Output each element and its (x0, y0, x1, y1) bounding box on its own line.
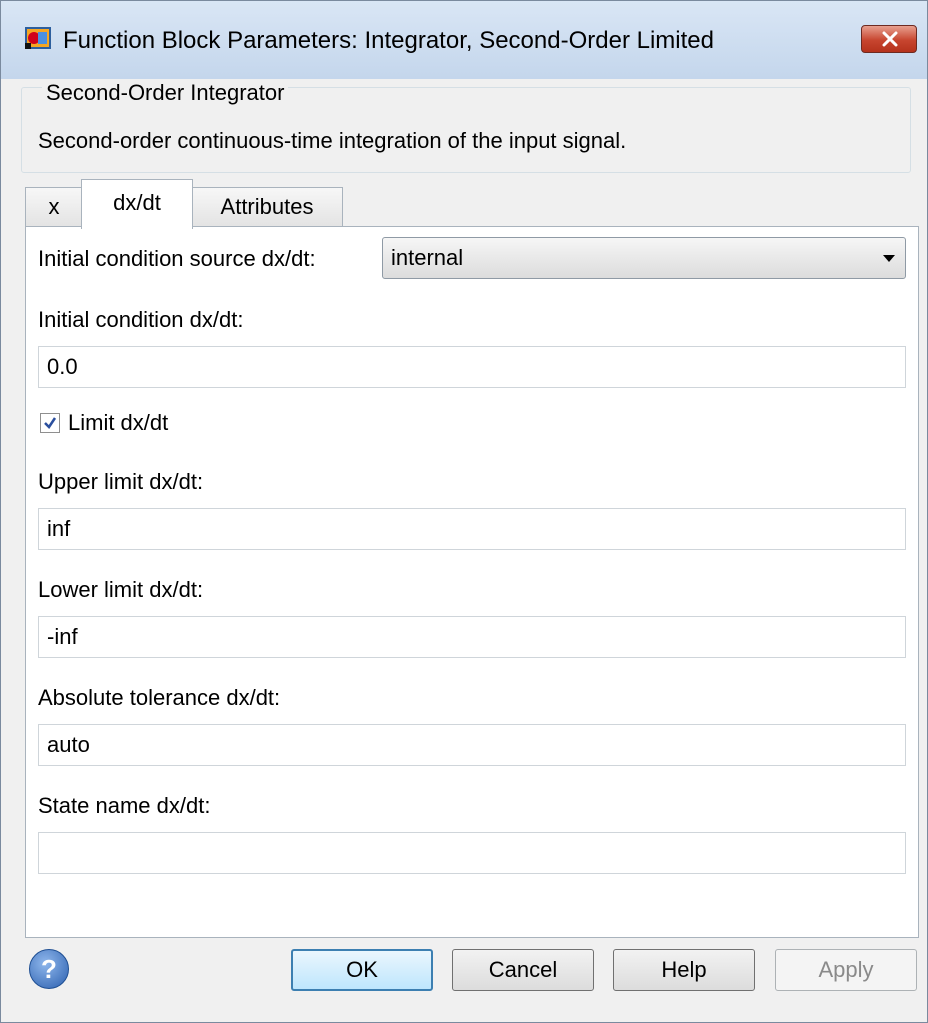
window-title: Function Block Parameters: Integrator, S… (63, 27, 714, 54)
close-icon (882, 31, 898, 47)
ic-field[interactable]: 0.0 (38, 346, 906, 388)
cancel-button[interactable]: Cancel (452, 949, 594, 991)
block-description: Second-order continuous-time integration… (38, 128, 627, 153)
abstol-label: Absolute tolerance dx/dt: (38, 685, 281, 710)
tab-panel-dx-dt: Initial condition source dx/dt: internal… (25, 226, 919, 938)
help-icon[interactable]: ? (29, 949, 69, 989)
lower-limit-field[interactable]: -inf (38, 616, 906, 658)
tab-dx-dt[interactable]: dx/dt (81, 179, 193, 229)
chevron-down-icon (883, 255, 895, 262)
simulink-block-icon (23, 23, 53, 53)
ic-source-dropdown[interactable]: internal (382, 237, 906, 279)
limit-checkbox[interactable] (40, 413, 60, 433)
tab-attributes[interactable]: Attributes (191, 187, 343, 227)
ic-source-label: Initial condition source dx/dt: (38, 246, 316, 271)
abstol-field[interactable]: auto (38, 724, 906, 766)
state-name-label: State name dx/dt: (38, 793, 211, 818)
close-button[interactable] (861, 25, 917, 53)
tab-x[interactable]: x (25, 187, 83, 227)
apply-button[interactable]: Apply (775, 949, 917, 991)
checkmark-icon (44, 417, 57, 429)
dialog-client: Second-Order Integrator Second-order con… (9, 79, 919, 1016)
upper-limit-field[interactable]: inf (38, 508, 906, 550)
ic-source-value: internal (391, 245, 464, 270)
block-description-group: Second-Order Integrator Second-order con… (21, 80, 911, 173)
ic-label: Initial condition dx/dt: (38, 307, 244, 332)
limit-label[interactable]: Limit dx/dt (68, 410, 168, 436)
dialog-window: Function Block Parameters: Integrator, S… (0, 0, 928, 1023)
ok-button[interactable]: OK (291, 949, 433, 991)
group-title: Second-Order Integrator (42, 80, 289, 106)
help-button[interactable]: Help (613, 949, 755, 991)
title-bar[interactable]: Function Block Parameters: Integrator, S… (1, 1, 927, 79)
state-name-field[interactable] (38, 832, 906, 874)
upper-limit-label: Upper limit dx/dt: (38, 469, 204, 494)
lower-limit-label: Lower limit dx/dt: (38, 577, 204, 602)
